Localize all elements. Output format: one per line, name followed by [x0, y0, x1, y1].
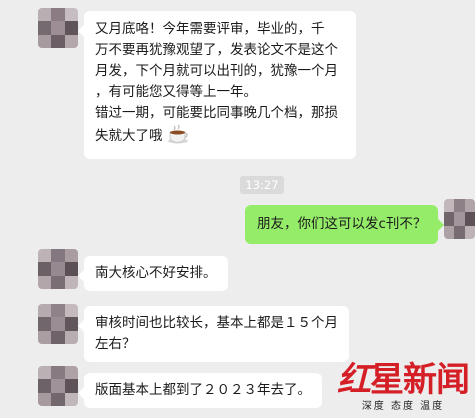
message-last-line: 失就大了哦 [95, 124, 345, 151]
coffee-cup-icon [167, 124, 189, 151]
brand-watermark: 红星新闻 深度 态度 温度 [337, 360, 470, 412]
message-line: 版面基本上都到了２０２３年去了。 [95, 382, 311, 398]
avatar-other-4[interactable] [38, 366, 78, 406]
message-line: 又月底咯！今年需要评审，毕业的，千 [95, 21, 325, 37]
message-line: 朋友，你们这可以发c刊不？ [257, 216, 427, 232]
message-line: 左右？ [95, 336, 136, 352]
avatar-other-3[interactable] [38, 304, 78, 344]
message-line: 失就大了哦 [95, 128, 163, 144]
message-bubble-4: 版面基本上都到了２０２３年去了。 [78, 373, 322, 408]
message-line: 审核时间也比较长，基本上都是１５个月 [95, 315, 338, 331]
message-line: 南大核心不好安排。 [95, 265, 217, 281]
message-bubble-2: 南大核心不好安排。 [78, 256, 228, 291]
watermark-logo-part2: 星新闻 [370, 360, 470, 400]
watermark-logo: 红星新闻 [337, 360, 470, 400]
message-bubble-mine: 朋友，你们这可以发c刊不？ [245, 205, 445, 244]
message-line: 万不要再犹豫观望了，发表论文不是这个 [95, 42, 338, 58]
avatar-other-1[interactable] [38, 8, 78, 48]
message-line: ，有可能您又得等上一年。 [95, 84, 257, 100]
timestamp: 13:27 [240, 176, 284, 194]
watermark-logo-part1: 红 [337, 360, 371, 400]
avatar-me[interactable] [444, 199, 475, 239]
avatar-other-2[interactable] [38, 249, 78, 289]
message-line: 月发，下个月就可以出刊的，犹豫一个月 [95, 63, 338, 79]
message-bubble-3: 审核时间也比较长，基本上都是１５个月 左右？ [78, 306, 349, 362]
message-line: 错过一期，可能要比同事晚几个档，那损 [95, 105, 338, 121]
message-bubble-1: 又月底咯！今年需要评审，毕业的，千 万不要再犹豫观望了，发表论文不是这个 月发，… [78, 11, 356, 159]
